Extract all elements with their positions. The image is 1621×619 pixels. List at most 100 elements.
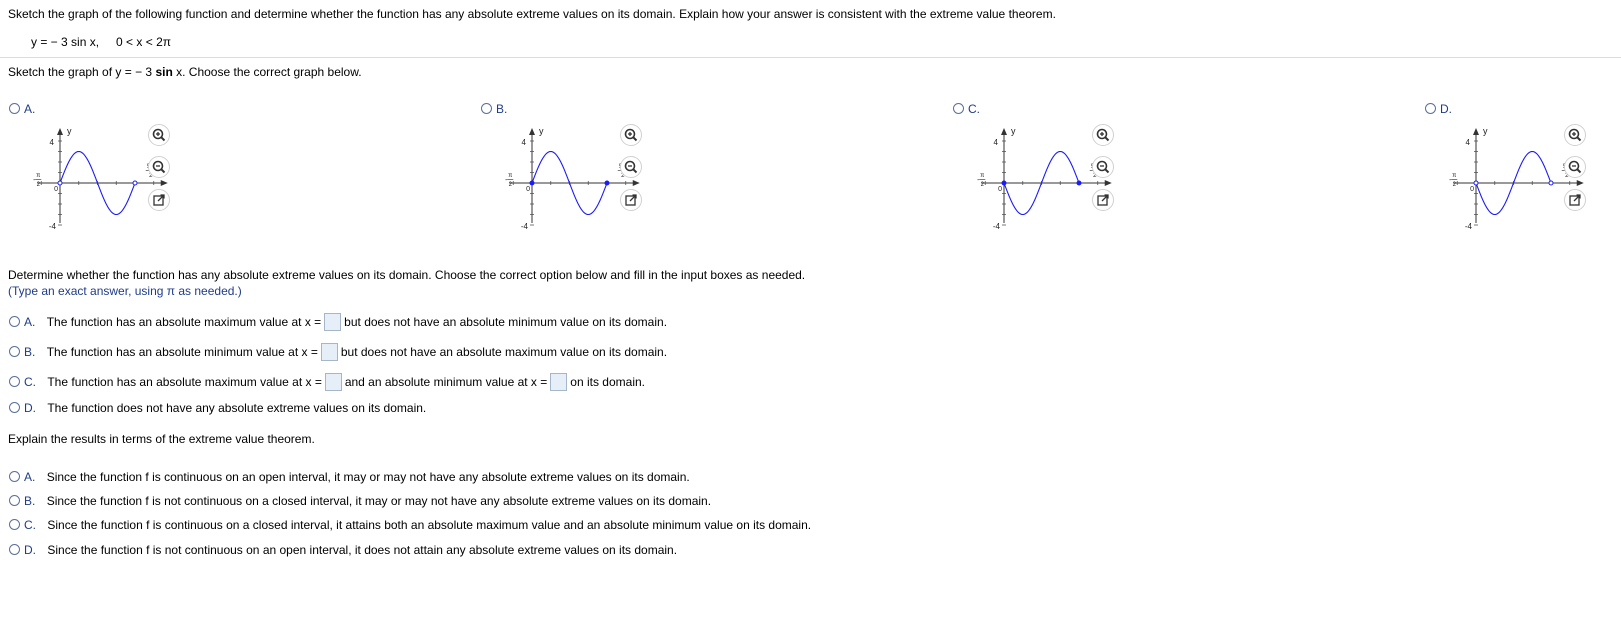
y-tick-label-bottom: -4 bbox=[49, 222, 57, 231]
y-tick-label-top: 4 bbox=[50, 138, 55, 147]
extreme-hint: (Type an exact answer, using π as needed… bbox=[8, 284, 242, 298]
option-letter: C. bbox=[968, 102, 980, 116]
graph-option-a[interactable]: A. bbox=[9, 102, 35, 116]
theorem-option-c[interactable]: C. Since the function f is continuous on… bbox=[9, 518, 811, 532]
option-letter: A. bbox=[24, 102, 36, 116]
option-text: but does not have an absolute minimum va… bbox=[344, 315, 668, 329]
radio-theorem-c[interactable] bbox=[9, 519, 20, 530]
x-axis-arrow bbox=[1104, 180, 1112, 186]
option-letter: B. bbox=[24, 345, 36, 359]
theorem-option-b[interactable]: B. Since the function f is not continuou… bbox=[9, 494, 711, 508]
y-tick-label-bottom: -4 bbox=[521, 222, 529, 231]
option-letter: A. bbox=[24, 315, 36, 329]
x-axis-arrow bbox=[1576, 180, 1584, 186]
option-text: Since the function f is not continuous o… bbox=[47, 543, 678, 557]
radio-graph-d[interactable] bbox=[1425, 103, 1436, 114]
radio-extreme-b[interactable] bbox=[9, 346, 20, 357]
y-tick-label-bottom: -4 bbox=[993, 222, 1001, 231]
answer-input-b-min[interactable] bbox=[320, 343, 338, 361]
y-tick-label-top: 4 bbox=[994, 138, 999, 147]
radio-theorem-d[interactable] bbox=[9, 544, 20, 555]
origin-label: 0 bbox=[54, 186, 58, 193]
neg-half-pi-numerator: π bbox=[1452, 173, 1456, 179]
endpoint-left bbox=[57, 180, 63, 186]
endpoint-right bbox=[132, 180, 138, 186]
answer-input-c-min[interactable] bbox=[550, 373, 568, 391]
option-text: but does not have an absolute maximum va… bbox=[340, 345, 668, 359]
theorem-option-d[interactable]: D. Since the function f is not continuou… bbox=[9, 543, 677, 557]
question-instruction: Sketch the graph of the following functi… bbox=[8, 7, 1056, 21]
option-text: on its domain. bbox=[570, 375, 645, 389]
y-axis-label: y bbox=[539, 126, 544, 136]
option-text: Since the function f is not continuous o… bbox=[46, 494, 712, 508]
radio-graph-c[interactable] bbox=[953, 103, 964, 114]
option-text: The function has an absolute minimum val… bbox=[46, 345, 318, 359]
endpoint-right bbox=[1548, 180, 1554, 186]
zoom-out-icon[interactable] bbox=[1564, 156, 1586, 178]
option-text: The function has an absolute maximum val… bbox=[46, 315, 322, 329]
divider bbox=[0, 57, 1621, 58]
endpoint-left bbox=[1473, 180, 1479, 186]
graph-option-b[interactable]: B. bbox=[481, 102, 507, 116]
radio-extreme-d[interactable] bbox=[9, 402, 20, 413]
zoom-in-icon[interactable] bbox=[148, 124, 170, 146]
option-letter: C. bbox=[24, 518, 36, 532]
extreme-option-c[interactable]: C. The function has an absolute maximum … bbox=[9, 373, 645, 391]
theorem-prompt: Explain the results in terms of the extr… bbox=[8, 432, 315, 446]
extreme-prompt: Determine whether the function has any a… bbox=[8, 268, 806, 282]
graph-prompt: Sketch the graph of y = − 3 sin x. Choos… bbox=[8, 65, 362, 79]
popout-icon[interactable] bbox=[1092, 189, 1114, 211]
popout-icon[interactable] bbox=[148, 189, 170, 211]
option-text: The function has an absolute maximum val… bbox=[47, 375, 322, 389]
y-tick-label-bottom: -4 bbox=[1465, 222, 1473, 231]
zoom-in-icon[interactable] bbox=[1092, 124, 1114, 146]
popout-icon[interactable] bbox=[1564, 189, 1586, 211]
zoom-out-icon[interactable] bbox=[148, 156, 170, 178]
option-text: and an absolute minimum value at x = bbox=[344, 375, 548, 389]
option-text: Since the function f is continuous on a … bbox=[47, 518, 812, 532]
y-tick-label-top: 4 bbox=[522, 138, 527, 147]
option-letter: D. bbox=[24, 401, 36, 415]
graph-option-d[interactable]: D. bbox=[1425, 102, 1452, 116]
zoom-out-icon[interactable] bbox=[1092, 156, 1114, 178]
option-letter: B. bbox=[496, 102, 508, 116]
option-letter: D. bbox=[1440, 102, 1452, 116]
x-axis-arrow bbox=[632, 180, 640, 186]
extreme-option-d[interactable]: D. The function does not have any absolu… bbox=[9, 401, 426, 415]
neg-half-pi-numerator: π bbox=[980, 173, 984, 179]
extreme-option-b[interactable]: B. The function has an absolute minimum … bbox=[9, 343, 667, 361]
zoom-in-icon[interactable] bbox=[620, 124, 642, 146]
y-tick-label-top: 4 bbox=[1466, 138, 1471, 147]
y-axis-label: y bbox=[1483, 126, 1488, 136]
option-text: The function does not have any absolute … bbox=[47, 401, 427, 415]
function-equation: y = − 3 sin x, 0 < x < 2π bbox=[31, 35, 172, 49]
theorem-option-a[interactable]: A. Since the function f is continuous on… bbox=[9, 470, 690, 484]
radio-extreme-c[interactable] bbox=[9, 376, 20, 387]
extreme-option-a[interactable]: A. The function has an absolute maximum … bbox=[9, 313, 667, 331]
y-axis-label: y bbox=[1011, 126, 1016, 136]
radio-theorem-b[interactable] bbox=[9, 495, 20, 506]
y-axis-label: y bbox=[67, 126, 72, 136]
graph-option-c[interactable]: C. bbox=[953, 102, 980, 116]
endpoint-left bbox=[529, 180, 535, 186]
endpoint-right bbox=[604, 180, 610, 186]
radio-graph-a[interactable] bbox=[9, 103, 20, 114]
x-axis-arrow bbox=[160, 180, 168, 186]
y-axis-arrow bbox=[1473, 128, 1479, 135]
radio-graph-b[interactable] bbox=[481, 103, 492, 114]
y-axis-arrow bbox=[1001, 128, 1007, 135]
neg-half-pi-numerator: π bbox=[36, 173, 40, 179]
answer-input-c-max[interactable] bbox=[324, 373, 342, 391]
radio-extreme-a[interactable] bbox=[9, 316, 20, 327]
option-letter: C. bbox=[24, 375, 36, 389]
answer-input-a-max[interactable] bbox=[324, 313, 342, 331]
option-letter: A. bbox=[24, 470, 36, 484]
radio-theorem-a[interactable] bbox=[9, 471, 20, 482]
popout-icon[interactable] bbox=[620, 189, 642, 211]
zoom-out-icon[interactable] bbox=[620, 156, 642, 178]
zoom-in-icon[interactable] bbox=[1564, 124, 1586, 146]
origin-label: 0 bbox=[526, 186, 530, 193]
endpoint-right bbox=[1076, 180, 1082, 186]
origin-label: 0 bbox=[998, 186, 1002, 193]
origin-label: 0 bbox=[1470, 186, 1474, 193]
